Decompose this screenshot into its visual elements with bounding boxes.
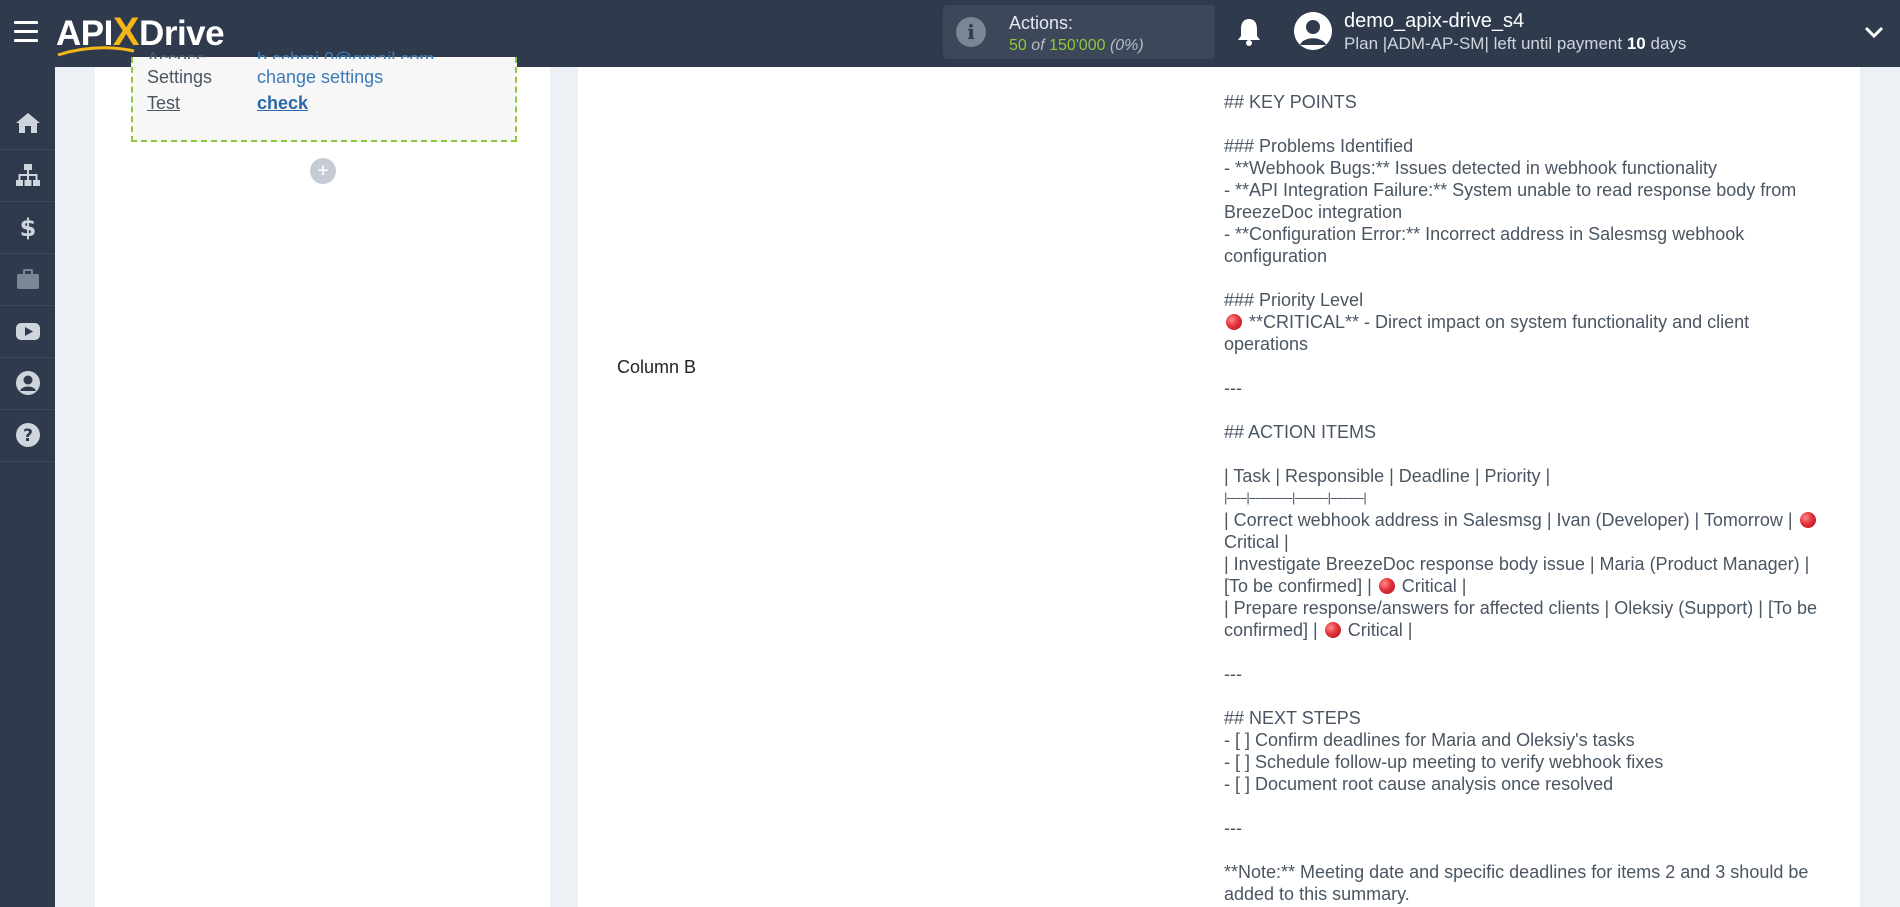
summary-line: ## KEY POINTS: [1224, 92, 1357, 112]
summary-text: ## KEY POINTS ### Problems Identified - *…: [1224, 91, 1829, 905]
bell-icon[interactable]: [1234, 16, 1264, 48]
question-icon[interactable]: ?: [0, 409, 55, 462]
summary-line: - [ ] Document root cause analysis once …: [1224, 774, 1614, 794]
settings-label: Settings: [147, 67, 213, 87]
summary-line: ---: [1224, 378, 1242, 398]
summary-line: [1224, 641, 1829, 663]
connection-settings-box: Access b.schmi.0@gmail.com Settings chan…: [131, 49, 517, 142]
access-value[interactable]: b.schmi.0@gmail.com: [257, 49, 434, 59]
change-settings-link[interactable]: change settings: [257, 67, 383, 88]
summary-line: [1224, 795, 1829, 817]
summary-line: [1224, 399, 1829, 421]
menu-icon[interactable]: [14, 21, 38, 45]
summary-line: - **Configuration Error:** Incorrect add…: [1224, 224, 1750, 266]
test-label: Test: [147, 93, 181, 113]
user-circle-icon[interactable]: [0, 357, 55, 410]
chevron-down-icon[interactable]: [1863, 22, 1885, 42]
summary-line: - **Webhook Bugs:** Issues detected in w…: [1224, 158, 1717, 178]
dollar-icon[interactable]: $: [0, 201, 55, 254]
column-label: Column B: [617, 357, 697, 377]
summary-line: ### Problems Identified: [1224, 136, 1414, 156]
username[interactable]: demo_apix-drive_s4: [1344, 10, 1524, 33]
summary-line: ---: [1224, 818, 1242, 838]
critical-dot-icon: [1324, 622, 1341, 638]
summary-line: ---: [1224, 664, 1242, 684]
avatar[interactable]: [1294, 12, 1332, 50]
svg-text:$: $: [19, 214, 36, 241]
critical-dot-icon: [1378, 578, 1395, 594]
add-step-button[interactable]: +: [310, 158, 336, 184]
critical-dot-icon: [1226, 314, 1242, 330]
summary-line: [1224, 113, 1829, 135]
actions-count: 50 of 150'000 (0%): [1009, 37, 1144, 54]
summary-line: **CRITICAL** - Direct impact on system f…: [1224, 312, 1755, 354]
summary-line: - [ ] Confirm deadlines for Maria and Ol…: [1224, 730, 1635, 750]
summary-line: |------|-------------|----------|-------…: [1224, 490, 1367, 505]
home-icon[interactable]: [0, 97, 55, 150]
summary-line: | Investigate BreezeDoc response body is…: [1224, 554, 1815, 596]
summary-line: | Task | Responsible | Deadline | Priori…: [1224, 466, 1551, 486]
summary-line: | Correct webhook address in Salesmsg | …: [1224, 510, 1823, 552]
plan-info: Plan |ADM-AP-SM| left until payment 10 d…: [1344, 34, 1687, 53]
sitemap-icon[interactable]: [0, 149, 55, 202]
summary-line: **Note:** Meeting date and specific dead…: [1224, 862, 1814, 904]
summary-line: [1224, 839, 1829, 861]
info-icon: i: [956, 17, 986, 47]
summary-line: ## ACTION ITEMS: [1224, 422, 1377, 442]
data-preview-panel: Column B ## KEY POINTS ### Problems Iden…: [578, 67, 1860, 907]
actions-label: Actions:: [1009, 13, 1074, 33]
summary-line: | Prepare response/answers for affected …: [1224, 598, 1822, 640]
summary-line: - [ ] Schedule follow-up meeting to veri…: [1224, 752, 1664, 772]
summary-line: [1224, 355, 1829, 377]
summary-line: - **API Integration Failure:** System un…: [1224, 180, 1802, 222]
summary-line: ### Priority Level: [1224, 290, 1364, 310]
summary-line: [1224, 685, 1829, 707]
actions-counter[interactable]: i Actions: 50 of 150'000 (0%): [943, 5, 1215, 59]
summary-line: [1224, 267, 1829, 289]
sidebar: $ ?: [0, 67, 55, 907]
summary-line: ## NEXT STEPS: [1224, 708, 1361, 728]
briefcase-icon[interactable]: [0, 253, 55, 306]
access-row: Access b.schmi.0@gmail.com: [147, 49, 507, 59]
summary-line: [1224, 443, 1829, 465]
access-label: Access: [147, 49, 206, 59]
source-panel: Access b.schmi.0@gmail.com Settings chan…: [95, 49, 550, 907]
check-link[interactable]: check: [257, 93, 308, 114]
svg-text:?: ?: [23, 426, 33, 446]
critical-dot-icon: [1799, 512, 1816, 528]
youtube-icon[interactable]: [0, 305, 55, 358]
